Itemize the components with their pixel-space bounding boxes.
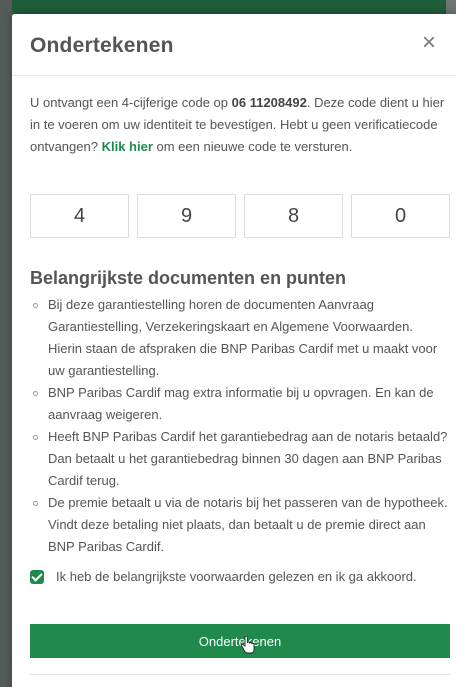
list-item: Heeft BNP Paribas Cardif het garantiebed… bbox=[30, 426, 450, 492]
resend-code-link[interactable]: Klik hier bbox=[102, 139, 153, 154]
consent-row: Ik heb de belangrijkste voorwaarden gele… bbox=[30, 566, 450, 588]
list-item: BNP Paribas Cardif mag extra informatie … bbox=[30, 382, 450, 426]
bullet-icon bbox=[33, 303, 38, 308]
close-icon: × bbox=[421, 29, 436, 56]
intro-text: U ontvangt een 4-cijferige code op 06 11… bbox=[30, 92, 446, 158]
bullet-icon bbox=[33, 501, 38, 506]
code-digit-4[interactable] bbox=[351, 194, 450, 238]
list-item-text: Bij deze garantiestelling horen de docum… bbox=[48, 297, 438, 378]
phone-number: 06 11208492 bbox=[231, 95, 307, 110]
sign-modal: Ondertekenen × U ontvangt een 4-cijferig… bbox=[12, 14, 456, 687]
bullet-icon bbox=[33, 435, 38, 440]
modal-footer-divider bbox=[30, 674, 450, 675]
modal-header: Ondertekenen × bbox=[12, 14, 456, 76]
close-button[interactable]: × bbox=[416, 29, 442, 56]
intro-part-1: U ontvangt een 4-cijferige code op bbox=[30, 95, 232, 110]
consent-checkbox[interactable] bbox=[30, 570, 44, 584]
list-item: Bij deze garantiestelling horen de docum… bbox=[30, 294, 450, 382]
verification-code-inputs bbox=[30, 194, 450, 238]
hand-pointer-icon bbox=[240, 636, 255, 654]
bullet-icon bbox=[33, 391, 38, 396]
documents-list: Bij deze garantiestelling horen de docum… bbox=[30, 294, 450, 558]
backdrop-left-edge bbox=[0, 0, 12, 687]
list-item-text: De premie betaalt u via de notaris bij h… bbox=[48, 495, 448, 554]
documents-heading: Belangrijkste documenten en punten bbox=[30, 268, 347, 288]
modal-title: Ondertekenen bbox=[30, 34, 174, 57]
list-item: De premie betaalt u via de notaris bij h… bbox=[30, 492, 450, 558]
code-digit-1[interactable] bbox=[30, 194, 129, 238]
intro-part-3: om een nieuwe code te versturen. bbox=[152, 139, 353, 154]
code-digit-3[interactable] bbox=[244, 194, 343, 238]
list-item-text: Heeft BNP Paribas Cardif het garantiebed… bbox=[48, 429, 448, 488]
backdrop-header-strip bbox=[0, 0, 456, 14]
consent-label: Ik heb de belangrijkste voorwaarden gele… bbox=[56, 569, 417, 584]
code-digit-2[interactable] bbox=[137, 194, 236, 238]
list-item-text: BNP Paribas Cardif mag extra informatie … bbox=[48, 385, 434, 422]
